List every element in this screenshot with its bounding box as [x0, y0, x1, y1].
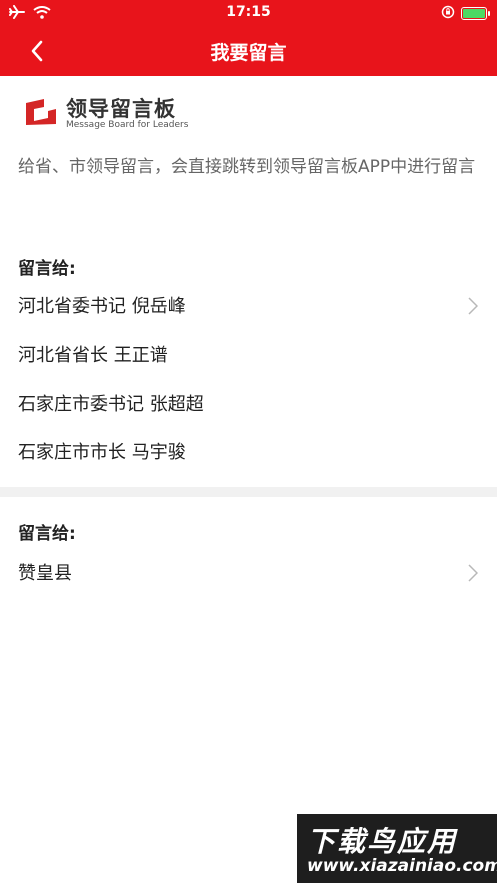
list-item-zanhuang[interactable]: 赞皇县 — [18, 557, 479, 587]
status-time: 17:15 — [226, 4, 271, 20]
list-item-sjz-secretary[interactable]: 石家庄市委书记 张超超 — [18, 388, 478, 418]
page-title: 我要留言 — [210, 42, 287, 64]
logo-cn: 领导留言板 — [66, 96, 176, 121]
status-bar: 17:15 — [0, 0, 497, 26]
list-item-label: 石家庄市委书记 张超超 — [18, 394, 204, 415]
list-item-hebei-secretary[interactable]: 河北省委书记 倪岳峰 — [18, 290, 479, 320]
logo-en: Message Board for Leaders — [66, 119, 189, 130]
logo-text: 领导留言板 Message Board for Leaders — [66, 98, 188, 131]
app-header: 17:15 我要留言 — [0, 0, 497, 76]
nav-bar: 我要留言 — [0, 26, 497, 76]
battery-icon — [461, 7, 490, 20]
section-divider — [0, 487, 497, 497]
list-item-hebei-governor[interactable]: 河北省省长 王正谱 — [18, 339, 478, 369]
section-label-county: 留言给: — [18, 524, 76, 544]
list-item-label: 河北省委书记 倪岳峰 — [18, 296, 186, 317]
status-right — [441, 4, 490, 23]
chevron-right-icon — [468, 564, 479, 587]
watermark-url: www.xiazainiao.com — [307, 856, 497, 876]
chevron-right-icon — [468, 297, 479, 320]
watermark: 下载鸟应用 www.xiazainiao.com — [297, 814, 497, 883]
rotation-lock-icon — [441, 4, 455, 23]
list-item-label: 石家庄市市长 马宇骏 — [18, 442, 186, 463]
logo-mark-icon — [24, 97, 58, 131]
list-item-sjz-mayor[interactable]: 石家庄市市长 马宇骏 — [18, 436, 478, 466]
section-label-province: 留言给: — [18, 259, 76, 279]
list-item-label: 河北省省长 王正谱 — [18, 345, 168, 366]
list-item-label: 赞皇县 — [18, 563, 72, 584]
watermark-title: 下载鸟应用 — [307, 825, 458, 858]
leader-board-logo: 领导留言板 Message Board for Leaders — [24, 97, 188, 131]
description-text: 给省、市领导留言，会直接跳转到领导留言板APP中进行留言 — [18, 157, 476, 177]
